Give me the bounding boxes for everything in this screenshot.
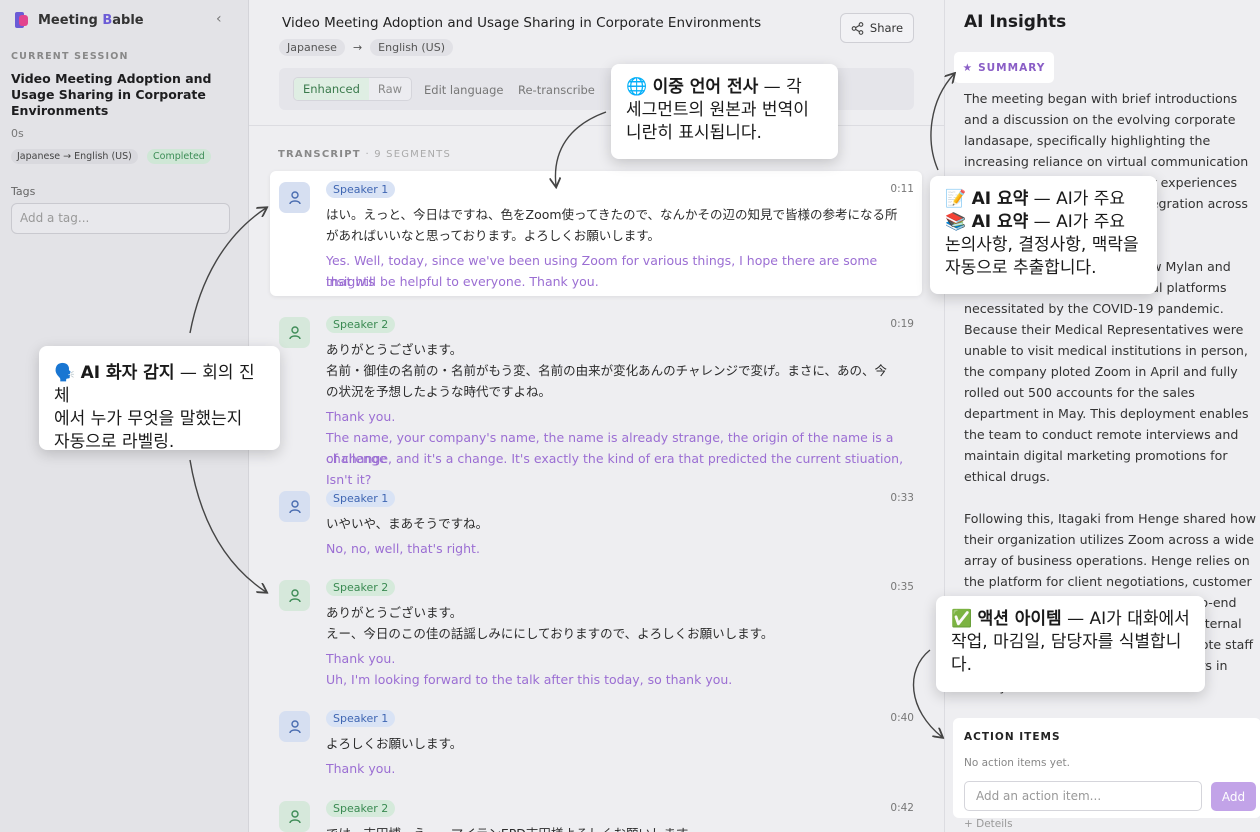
callout-text: 세그먼트의 원본과 번역이 [626, 100, 809, 120]
callout-text: — 각 [758, 77, 802, 97]
callout-text: 에서 누가 무엇을 말했는지 [54, 409, 243, 429]
callout-title: 이중 언어 전사 [652, 77, 759, 97]
check-icon: ✅ [951, 609, 973, 629]
callout-text: 작업, 마김일, 담당자를 식별합니 [951, 632, 1182, 652]
memo-icon: 📝 [945, 189, 967, 209]
callout-text: 자동으로 추출합니다. [945, 258, 1097, 278]
callout-title: AI 화자 감지 [80, 363, 175, 383]
callout-title: 액션 아이템 [977, 609, 1062, 629]
arrow-bilingual [555, 111, 607, 186]
callout-action-items: ✅ 액션 아이템 — AI가 대화에서 작업, 마김일, 담당자를 식별합니 다… [936, 596, 1205, 692]
arrow-summary [930, 74, 954, 171]
callout-text: 다. [951, 655, 973, 675]
callout-text: — AI가 주요 [1028, 212, 1126, 232]
arrow-speaker-down [189, 459, 266, 592]
callout-summary: 📝 AI 요약 — AI가 주요 📚 AI 요약 — AI가 주요 논의사항, … [930, 176, 1157, 294]
callout-text: — AI가 대화에서 [1061, 609, 1190, 629]
speaking-head-icon: 🗣️ [54, 363, 76, 383]
callout-text: 자동으로 라벨링. [54, 432, 175, 452]
callout-title: AI 요약 [971, 189, 1029, 209]
callout-text: 니란히 표시됩니다. [626, 123, 762, 143]
callout-bilingual: 🌐 이중 언어 전사 — 각 세그먼트의 원본과 번역이 니란히 표시됩니다. [611, 64, 838, 159]
arrow-speaker-up [189, 208, 266, 334]
books-icon: 📚 [945, 212, 967, 232]
callout-speaker-detection: 🗣️ AI 화자 감지 — 회의 진체 에서 누가 무엇을 말했는지 자동으로 … [39, 346, 280, 452]
callout-text: — AI가 주요 [1028, 189, 1126, 209]
callout-title: AI 요약 [971, 212, 1029, 232]
globe-icon: 🌐 [626, 77, 648, 97]
callout-text: 논의사항, 결정사항, 맥락을 [945, 235, 1139, 255]
